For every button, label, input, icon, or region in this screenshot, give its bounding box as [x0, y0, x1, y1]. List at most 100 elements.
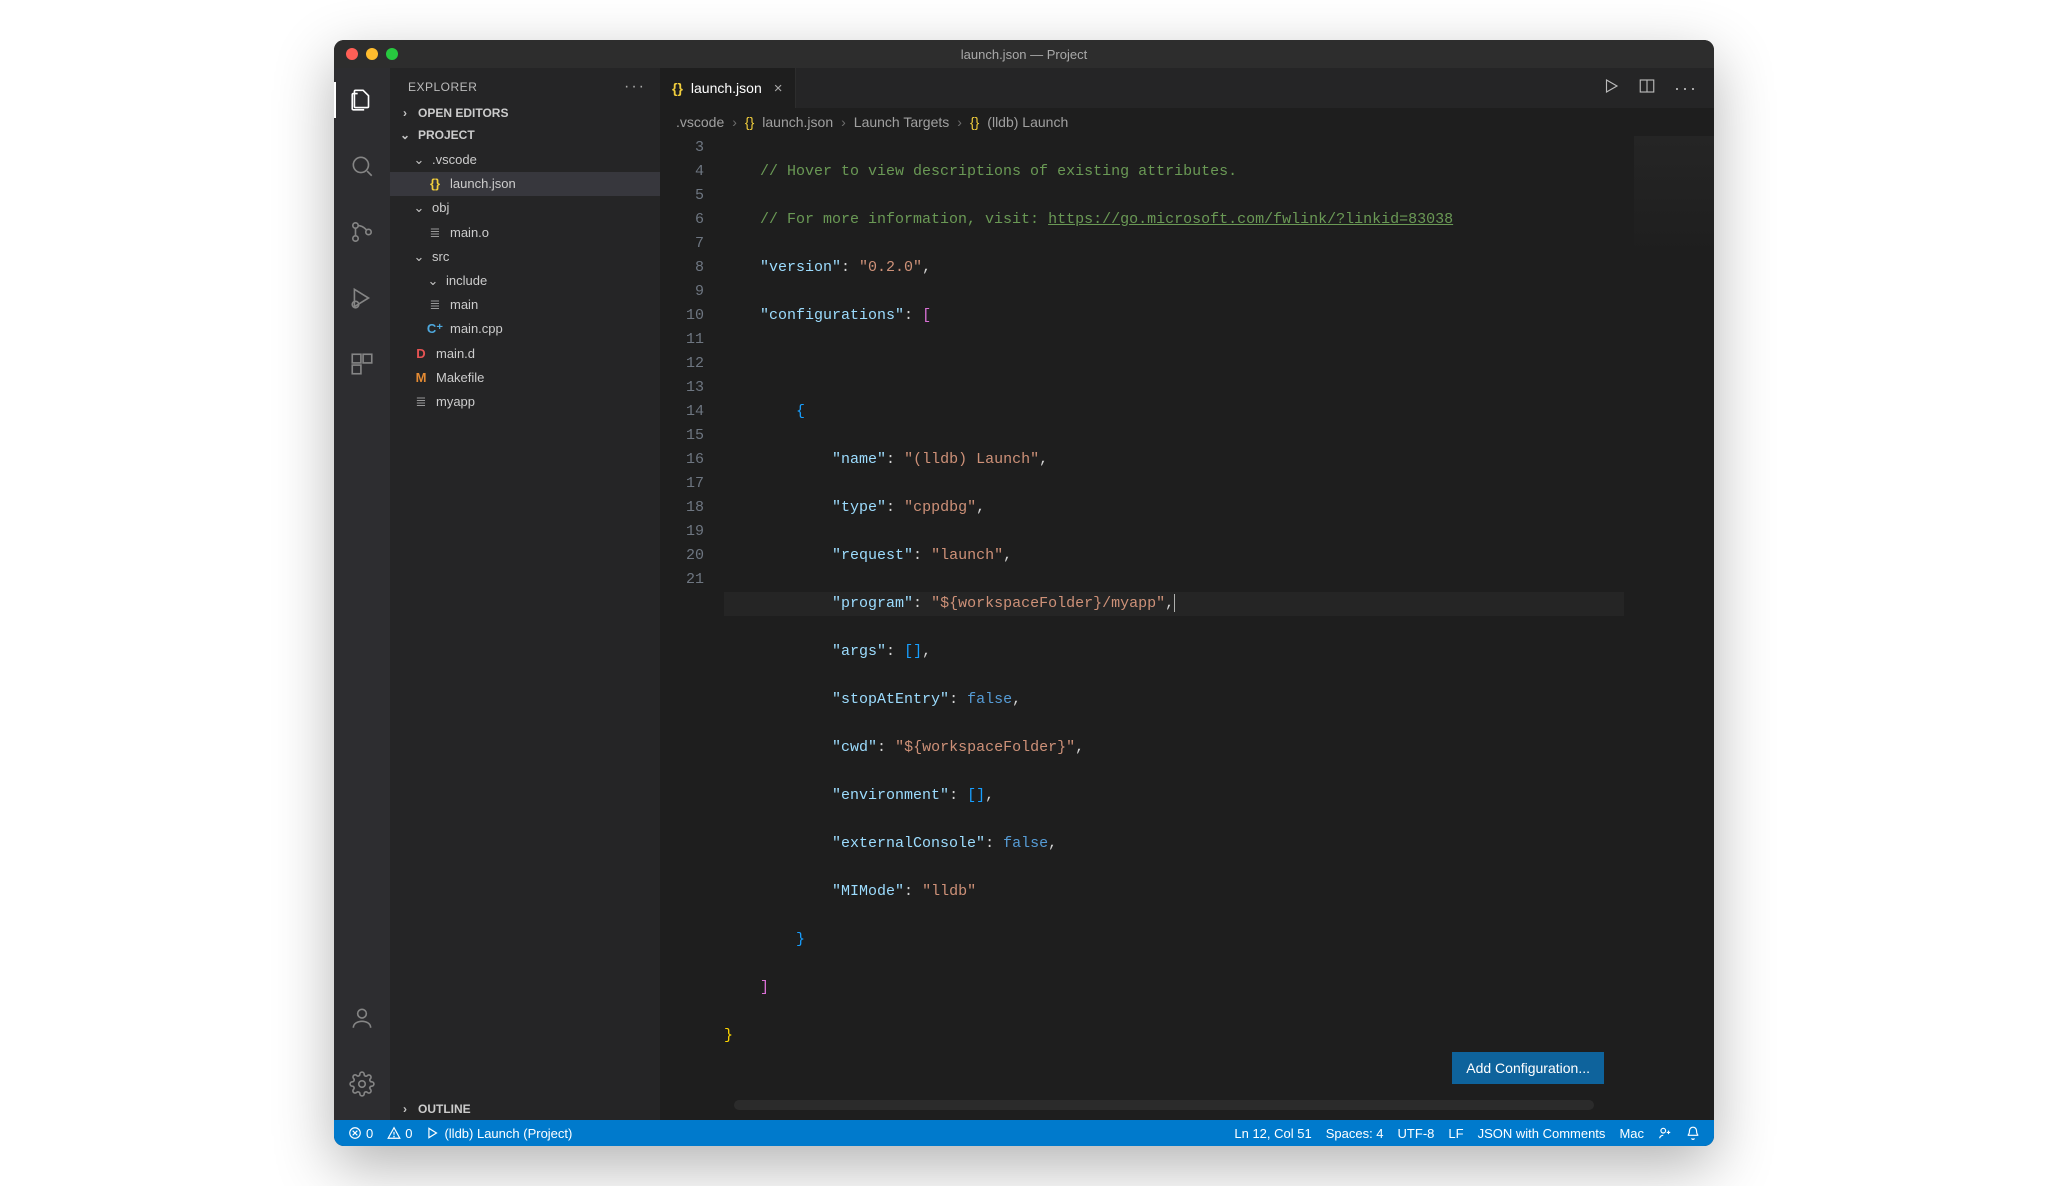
maximize-window-button[interactable]	[386, 48, 398, 60]
horizontal-scrollbar[interactable]	[734, 1100, 1594, 1110]
scm-activity[interactable]	[334, 210, 390, 254]
chevron-right-icon: ›	[732, 114, 737, 130]
chevron-down-icon: ⌄	[412, 151, 426, 169]
file-main-d[interactable]: Dmain.d	[390, 342, 660, 366]
breadcrumb-item[interactable]: launch.json	[762, 114, 833, 130]
outline-label: OUTLINE	[418, 1102, 471, 1116]
json-icon: {}	[970, 114, 979, 130]
file-makefile[interactable]: MMakefile	[390, 366, 660, 390]
play-icon	[1602, 77, 1620, 95]
file-main[interactable]: ≣main	[390, 293, 660, 317]
minimize-window-button[interactable]	[366, 48, 378, 60]
status-eol[interactable]: LF	[1448, 1126, 1463, 1141]
close-window-button[interactable]	[346, 48, 358, 60]
extensions-activity[interactable]	[334, 342, 390, 386]
chevron-down-icon: ⌄	[412, 248, 426, 266]
editor-more-button[interactable]: ···	[1674, 78, 1698, 99]
status-feedback[interactable]	[1658, 1126, 1672, 1140]
target-icon	[426, 1126, 440, 1140]
json-icon: {}	[672, 80, 683, 96]
add-configuration-button[interactable]: Add Configuration...	[1452, 1052, 1604, 1084]
chevron-down-icon: ⌄	[412, 199, 426, 217]
explorer-activity[interactable]	[334, 78, 390, 122]
status-notifications[interactable]	[1686, 1126, 1700, 1140]
explorer-more-button[interactable]: ···	[624, 78, 646, 96]
chevron-right-icon: ›	[398, 106, 412, 120]
editor-area: {} launch.json × ··· .vscode › {} launch…	[660, 68, 1714, 1120]
breadcrumb-item[interactable]: .vscode	[676, 114, 724, 130]
open-editors-label: OPEN EDITORS	[418, 106, 508, 120]
explorer-sidebar: EXPLORER ··· › OPEN EDITORS ⌄ PROJECT ⌄.…	[390, 68, 660, 1120]
makefile-icon: M	[412, 369, 430, 387]
chevron-down-icon: ⌄	[398, 128, 412, 142]
account-activity[interactable]	[334, 996, 390, 1040]
close-tab-button[interactable]: ×	[774, 80, 783, 97]
json-icon: {}	[745, 114, 754, 130]
status-launch-target[interactable]: (lldb) Launch (Project)	[426, 1126, 572, 1141]
folder-vscode[interactable]: ⌄.vscode	[390, 148, 660, 172]
extensions-icon	[349, 351, 375, 377]
status-encoding[interactable]: UTF-8	[1398, 1126, 1435, 1141]
file-icon: ≣	[426, 296, 444, 314]
debug-activity[interactable]	[334, 276, 390, 320]
error-icon	[348, 1126, 362, 1140]
minimap[interactable]	[1634, 136, 1714, 286]
chevron-right-icon: ›	[841, 114, 846, 130]
breadcrumb-item[interactable]: (lldb) Launch	[987, 114, 1068, 130]
chevron-right-icon: ⌄	[426, 272, 440, 290]
status-spaces[interactable]: Spaces: 4	[1326, 1126, 1384, 1141]
tab-bar: {} launch.json × ···	[660, 68, 1714, 108]
breadcrumb-item[interactable]: Launch Targets	[854, 114, 949, 130]
project-label: PROJECT	[418, 128, 475, 142]
folder-include[interactable]: ⌄include	[390, 269, 660, 293]
file-tree: ⌄.vscode {}launch.json ⌄obj ≣main.o ⌄src…	[390, 146, 660, 1098]
account-icon	[349, 1005, 375, 1031]
warning-icon	[387, 1126, 401, 1140]
activity-bar	[334, 68, 390, 1120]
editor-content[interactable]: 3456789101112131415161718192021 // Hover…	[660, 136, 1714, 1120]
chevron-right-icon: ›	[398, 1102, 412, 1116]
split-layout-icon	[1638, 77, 1656, 95]
line-number-gutter: 3456789101112131415161718192021	[660, 136, 724, 1120]
status-os[interactable]: Mac	[1619, 1126, 1644, 1141]
settings-activity[interactable]	[334, 1062, 390, 1106]
json-icon: {}	[426, 175, 444, 193]
file-main-cpp[interactable]: C⁺main.cpp	[390, 317, 660, 341]
chevron-right-icon: ›	[957, 114, 962, 130]
titlebar[interactable]: launch.json — Project	[334, 40, 1714, 68]
code-view[interactable]: // Hover to view descriptions of existin…	[724, 136, 1714, 1120]
run-debug-icon	[349, 285, 375, 311]
folder-src[interactable]: ⌄src	[390, 245, 660, 269]
d-icon: D	[412, 345, 430, 363]
explorer-title: EXPLORER	[408, 80, 477, 94]
file-icon: ≣	[412, 393, 430, 411]
gear-icon	[349, 1071, 375, 1097]
tab-launch-json[interactable]: {} launch.json ×	[660, 68, 796, 108]
open-editors-section[interactable]: › OPEN EDITORS	[390, 102, 660, 124]
search-activity[interactable]	[334, 144, 390, 188]
feedback-icon	[1658, 1126, 1672, 1140]
status-language[interactable]: JSON with Comments	[1478, 1126, 1606, 1141]
source-control-icon	[349, 219, 375, 245]
window-title: launch.json — Project	[334, 47, 1714, 62]
text-cursor	[1174, 594, 1175, 612]
status-errors[interactable]: 0	[348, 1126, 373, 1141]
run-button[interactable]	[1602, 77, 1620, 100]
tab-label: launch.json	[691, 80, 762, 96]
split-editor-button[interactable]	[1638, 77, 1656, 100]
project-section[interactable]: ⌄ PROJECT	[390, 124, 660, 146]
folder-obj[interactable]: ⌄obj	[390, 196, 660, 220]
status-warnings[interactable]: 0	[387, 1126, 412, 1141]
cpp-icon: C⁺	[426, 320, 444, 338]
file-main-o[interactable]: ≣main.o	[390, 221, 660, 245]
file-myapp[interactable]: ≣myapp	[390, 390, 660, 414]
outline-section[interactable]: › OUTLINE	[390, 1098, 660, 1120]
breadcrumbs[interactable]: .vscode › {} launch.json › Launch Target…	[660, 108, 1714, 136]
file-icon: ≣	[426, 224, 444, 242]
file-launch-json[interactable]: {}launch.json	[390, 172, 660, 196]
vscode-window: launch.json — Project	[334, 40, 1714, 1146]
status-ln-col[interactable]: Ln 12, Col 51	[1234, 1126, 1311, 1141]
traffic-lights	[346, 48, 398, 60]
files-icon	[349, 87, 375, 113]
status-bar: 0 0 (lldb) Launch (Project) Ln 12, Col 5…	[334, 1120, 1714, 1146]
